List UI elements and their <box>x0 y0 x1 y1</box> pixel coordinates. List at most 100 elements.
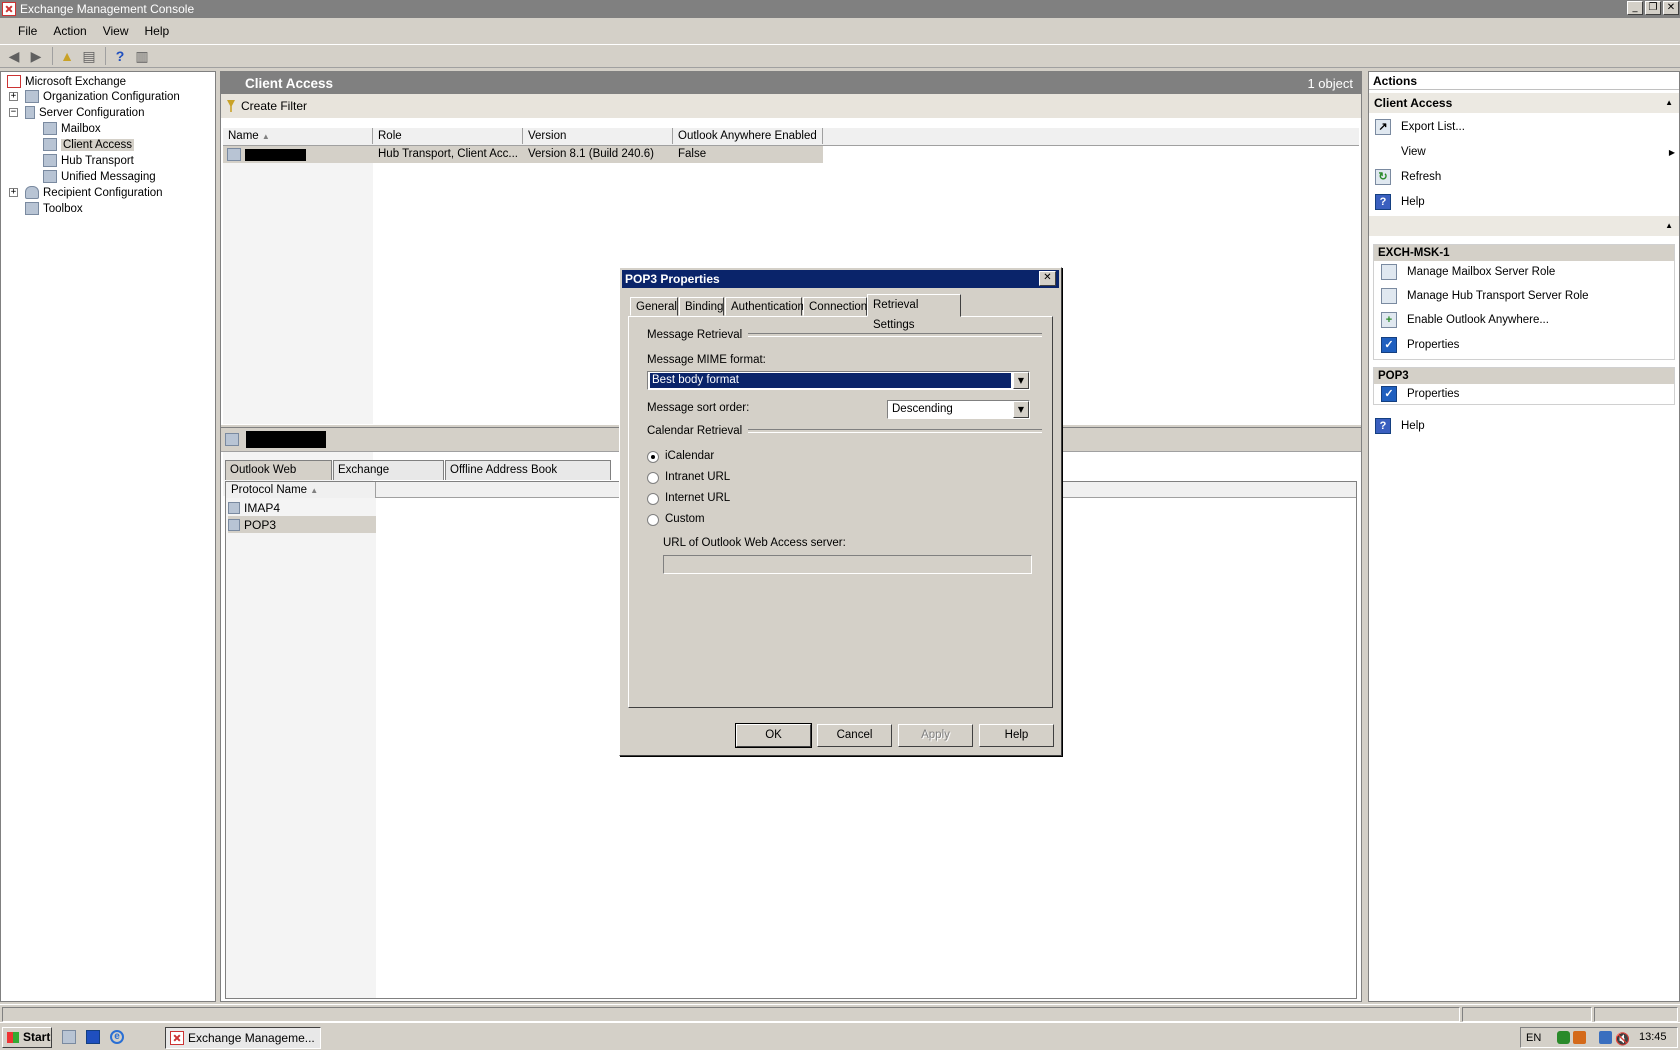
sort-order-value: Descending <box>892 403 953 415</box>
properties-check-icon: ✓ <box>1381 337 1397 353</box>
help-icon: ? <box>1375 194 1391 210</box>
action-refresh[interactable]: ↻ Refresh <box>1375 168 1441 186</box>
section-collapse-bar[interactable]: ▲ <box>1369 216 1679 236</box>
quicklaunch-server-icon[interactable] <box>62 1030 76 1044</box>
tree-item-organization-configuration[interactable]: Organization Configuration <box>25 89 180 104</box>
recipient-icon <box>25 186 39 199</box>
sort-order-select[interactable]: Descending ▼ <box>887 400 1030 419</box>
tab-authentication[interactable]: Authentication <box>725 297 804 316</box>
filter-icon <box>227 100 235 112</box>
clock[interactable]: 13:45 <box>1639 1028 1667 1047</box>
radio-intranet-url[interactable] <box>647 472 659 484</box>
show-hide-tree-icon[interactable]: ▤ <box>79 46 99 66</box>
collapse-icon[interactable]: − <box>9 108 18 117</box>
pop3-properties-dialog: POP3 Properties ✕ General Binding Authen… <box>619 267 1062 756</box>
action-export-list[interactable]: ↗ Export List... <box>1375 118 1465 136</box>
tab-binding[interactable]: Binding <box>679 297 724 316</box>
radio-intranet-url-label[interactable]: Intranet URL <box>665 471 730 483</box>
apply-button[interactable]: Apply <box>898 724 973 747</box>
tab-retrieval-settings[interactable]: Retrieval Settings <box>867 294 961 331</box>
exchange-app-icon <box>2 2 16 16</box>
start-button[interactable]: Start <box>2 1027 52 1048</box>
up-folder-icon[interactable]: ▲ <box>57 46 77 66</box>
tree-item-recipient-configuration[interactable]: Recipient Configuration <box>25 185 163 200</box>
radio-custom[interactable] <box>647 514 659 526</box>
volume-muted-icon[interactable]: 🔇 <box>1615 1030 1630 1049</box>
tab-exchange-activesync[interactable]: Exchange ActiveSync <box>333 460 444 495</box>
forward-arrow-icon[interactable]: ▶ <box>26 46 46 66</box>
minimize-button[interactable]: _ <box>1627 1 1643 15</box>
dialog-close-button[interactable]: ✕ <box>1039 271 1056 286</box>
tree-item-microsoft-exchange[interactable]: Microsoft Exchange <box>7 74 126 89</box>
action-view[interactable]: View ▶ <box>1375 143 1675 161</box>
tree-item-mailbox[interactable]: Mailbox <box>43 121 101 136</box>
maximize-button[interactable]: ❐ <box>1645 1 1661 15</box>
action-enable-outlook-anywhere[interactable]: + Enable Outlook Anywhere... <box>1381 311 1549 329</box>
action-server-properties[interactable]: ✓ Properties <box>1381 336 1459 354</box>
radio-custom-label[interactable]: Custom <box>665 513 705 525</box>
show-hide-action-pane-icon[interactable]: ▥ <box>132 46 152 66</box>
action-help[interactable]: ? Help <box>1375 193 1425 211</box>
column-version[interactable]: Version <box>523 128 673 144</box>
table-row[interactable]: Hub Transport, Client Acc... Version 8.1… <box>223 146 823 163</box>
network-icon[interactable] <box>1599 1031 1612 1044</box>
tree-item-client-access[interactable]: Client Access <box>43 137 135 152</box>
properties-check-icon: ✓ <box>1381 386 1397 402</box>
tray-app-icon[interactable] <box>1573 1031 1586 1044</box>
column-role[interactable]: Role <box>373 128 523 144</box>
chevron-down-icon[interactable]: ▼ <box>1013 372 1029 389</box>
status-panel <box>1462 1007 1592 1022</box>
close-button[interactable]: ✕ <box>1663 1 1679 15</box>
expand-icon[interactable]: + <box>9 92 18 101</box>
tree-item-toolbox[interactable]: Toolbox <box>25 201 83 216</box>
expand-icon[interactable]: + <box>9 188 18 197</box>
menu-file[interactable]: File <box>10 24 45 38</box>
tab-offline-address-book[interactable]: Offline Address Book Distribution <box>445 460 611 495</box>
tree-item-server-configuration[interactable]: Server Configuration <box>25 105 144 120</box>
menu-help[interactable]: Help <box>137 24 178 38</box>
radio-icalendar[interactable] <box>647 451 659 463</box>
ok-button[interactable]: OK <box>735 723 812 748</box>
radio-icalendar-label[interactable]: iCalendar <box>665 450 714 462</box>
action-manage-hub-transport-role[interactable]: Manage Hub Transport Server Role <box>1381 287 1589 305</box>
action-pop3-properties[interactable]: ✓ Properties <box>1381 385 1459 403</box>
submenu-arrow-icon: ▶ <box>1668 147 1675 157</box>
list-item[interactable]: IMAP4 <box>228 499 376 516</box>
chevron-down-icon[interactable]: ▼ <box>1013 401 1029 418</box>
cancel-button[interactable]: Cancel <box>817 724 892 747</box>
toolbar: ◀ ▶ ▲ ▤ ? ▥ <box>0 44 1680 68</box>
section-client-access[interactable]: Client Access ▲ <box>1369 93 1679 113</box>
column-name[interactable]: Name ▲ <box>223 128 373 144</box>
menu-action[interactable]: Action <box>45 24 94 38</box>
column-protocol-name[interactable]: Protocol Name ▲ <box>226 482 376 498</box>
collapse-up-icon[interactable]: ▲ <box>1665 221 1673 230</box>
tree-item-hub-transport[interactable]: Hub Transport <box>43 153 134 168</box>
outlook-anywhere-icon: + <box>1381 312 1397 328</box>
protocol-icon <box>228 501 240 514</box>
column-outlook-anywhere[interactable]: Outlook Anywhere Enabled <box>673 128 823 144</box>
tab-connection[interactable]: Connection <box>803 297 867 316</box>
taskbar-item-exchange[interactable]: Exchange Manageme... <box>165 1027 321 1049</box>
action-help-bottom[interactable]: ? Help <box>1375 417 1425 435</box>
dialog-title: POP3 Properties <box>625 272 720 286</box>
create-filter-button[interactable]: Create Filter <box>241 99 307 113</box>
dialog-help-button[interactable]: Help <box>979 724 1054 747</box>
radio-internet-url-label[interactable]: Internet URL <box>665 492 730 504</box>
collapse-up-icon[interactable]: ▲ <box>1665 93 1673 113</box>
tray-status-icon[interactable] <box>1557 1031 1570 1044</box>
tab-general[interactable]: General <box>630 297 678 316</box>
menu-view[interactable]: View <box>95 24 137 38</box>
quicklaunch-desktop-icon[interactable] <box>86 1030 100 1044</box>
owa-url-field[interactable] <box>663 555 1032 574</box>
export-list-icon: ↗ <box>1375 119 1391 135</box>
action-manage-mailbox-role[interactable]: Manage Mailbox Server Role <box>1381 263 1555 281</box>
tab-outlook-web-access[interactable]: Outlook Web Access <box>225 460 332 495</box>
list-item[interactable]: POP3 <box>228 516 376 533</box>
back-arrow-icon[interactable]: ◀ <box>4 46 24 66</box>
help-icon[interactable]: ? <box>110 46 130 66</box>
tree-item-unified-messaging[interactable]: Unified Messaging <box>43 169 156 184</box>
internet-explorer-icon[interactable]: e <box>110 1030 124 1044</box>
radio-internet-url[interactable] <box>647 493 659 505</box>
client-access-icon <box>43 138 57 151</box>
mime-format-select[interactable]: Best body format ▼ <box>647 371 1030 390</box>
